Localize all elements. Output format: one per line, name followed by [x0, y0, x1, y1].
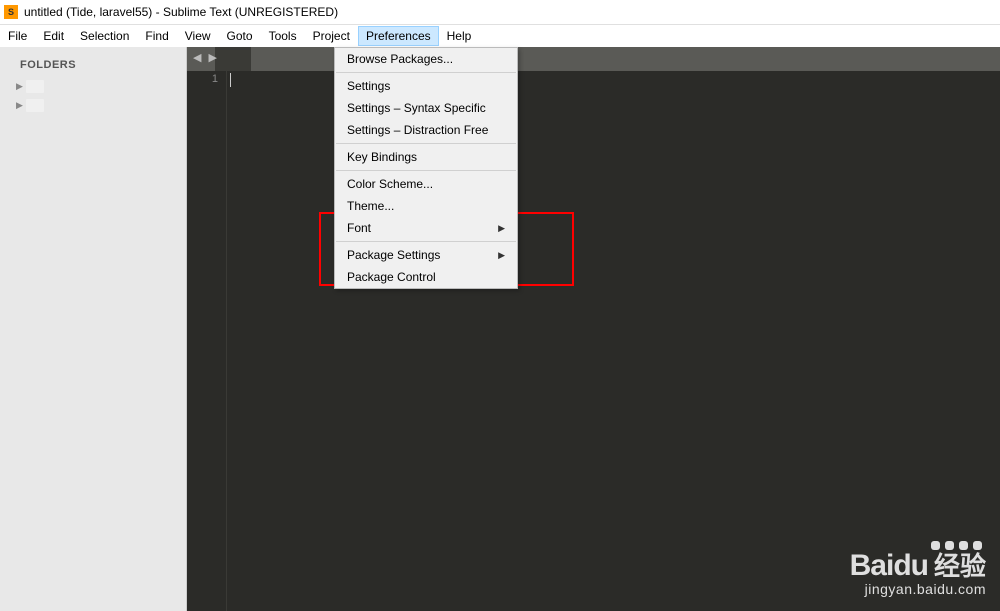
dd-key-bindings[interactable]: Key Bindings: [335, 146, 517, 168]
sidebar: FOLDERS ▶ ▶: [0, 47, 187, 611]
editor-area: ◀ ▶ 1: [187, 47, 1000, 611]
chevron-right-icon: ▶: [16, 100, 26, 111]
preferences-dropdown: Browse Packages... Settings Settings – S…: [334, 47, 518, 289]
text-cursor: [230, 73, 231, 87]
dd-browse-packages[interactable]: Browse Packages...: [335, 48, 517, 70]
menu-goto[interactable]: Goto: [219, 26, 261, 46]
chevron-right-icon: ▶: [498, 223, 505, 234]
menu-tools[interactable]: Tools: [261, 26, 305, 46]
dropdown-separator: [336, 241, 516, 242]
menu-preferences[interactable]: Preferences: [358, 26, 439, 46]
line-gutter: 1: [187, 71, 227, 611]
dd-theme[interactable]: Theme...: [335, 195, 517, 217]
window-title: untitled (Tide, laravel55) - Sublime Tex…: [24, 5, 338, 19]
menu-view[interactable]: View: [177, 26, 219, 46]
dd-settings-distraction[interactable]: Settings – Distraction Free: [335, 119, 517, 141]
folder-icon: [26, 99, 44, 112]
menu-project[interactable]: Project: [305, 26, 358, 46]
folders-header: FOLDERS: [0, 59, 186, 77]
menu-bar: File Edit Selection Find View Goto Tools…: [0, 25, 1000, 47]
tab-bar: ◀ ▶: [187, 47, 1000, 71]
app-icon: S: [4, 5, 18, 19]
dropdown-separator: [336, 170, 516, 171]
dd-color-scheme[interactable]: Color Scheme...: [335, 173, 517, 195]
line-number: 1: [187, 73, 218, 85]
dropdown-separator: [336, 143, 516, 144]
menu-edit[interactable]: Edit: [35, 26, 72, 46]
menu-file[interactable]: File: [0, 26, 35, 46]
menu-help[interactable]: Help: [439, 26, 480, 46]
title-bar: S untitled (Tide, laravel55) - Sublime T…: [0, 0, 1000, 25]
dd-package-control[interactable]: Package Control: [335, 266, 517, 288]
dd-font[interactable]: Font▶: [335, 217, 517, 239]
dropdown-separator: [336, 72, 516, 73]
chevron-right-icon: ▶: [16, 81, 26, 92]
chevron-right-icon: ▶: [498, 250, 505, 261]
dd-settings-syntax[interactable]: Settings – Syntax Specific: [335, 97, 517, 119]
menu-selection[interactable]: Selection: [72, 26, 137, 46]
folder-icon: [26, 80, 44, 93]
dd-settings[interactable]: Settings: [335, 75, 517, 97]
file-tab[interactable]: [215, 47, 251, 71]
menu-find[interactable]: Find: [137, 26, 176, 46]
nav-arrows[interactable]: ◀ ▶: [193, 51, 219, 64]
folder-item[interactable]: ▶: [0, 77, 186, 96]
dd-package-settings[interactable]: Package Settings▶: [335, 244, 517, 266]
folder-item[interactable]: ▶: [0, 96, 186, 115]
